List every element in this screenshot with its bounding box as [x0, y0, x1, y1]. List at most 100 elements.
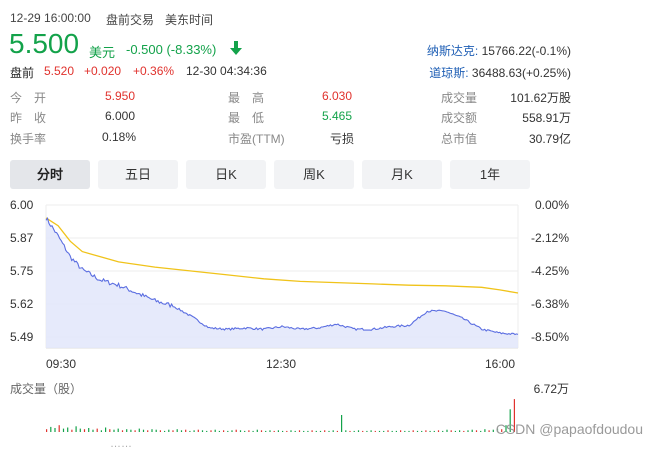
volume-bar [189, 430, 191, 432]
volume-bar [67, 427, 69, 432]
volume-bar [383, 430, 385, 432]
y-tick-right: -4.25% [530, 264, 569, 278]
volume-bar [117, 428, 119, 432]
volume-bar [463, 430, 465, 432]
volume-bar [218, 430, 220, 432]
x-tick: 16:00 [485, 357, 516, 371]
volume-bar [168, 429, 170, 432]
volume-bar [134, 430, 136, 432]
y-tick-left: 5.49 [10, 330, 34, 344]
volume-bar [235, 429, 237, 432]
volume-section-label: 成交量（股） [10, 382, 83, 396]
volume-bar [387, 430, 389, 432]
volume-bar [442, 430, 444, 432]
volume-bar [391, 430, 393, 432]
y-tick-left: 6.00 [10, 198, 34, 212]
volume-bar [206, 430, 208, 432]
y-tick-left: 5.75 [10, 264, 34, 278]
volume-bar [395, 430, 397, 432]
volume-bar [138, 428, 140, 432]
volume-bar [50, 426, 52, 432]
volume-bar [450, 430, 452, 432]
volume-bar [290, 430, 292, 432]
volume-bar [378, 430, 381, 432]
volume-bar [362, 430, 364, 432]
volume-bar [100, 430, 102, 432]
volume-bar [244, 430, 246, 432]
volume-bar [315, 430, 317, 432]
volume-bar [92, 429, 94, 432]
volume-bar [151, 429, 153, 432]
volume-bar [223, 430, 225, 432]
y-tick-left: 5.62 [10, 297, 34, 311]
volume-bar [252, 430, 254, 432]
volume-bar [488, 430, 490, 432]
volume-bar [130, 429, 132, 432]
volume-bar [172, 430, 174, 432]
volume-bar [79, 428, 81, 432]
volume-bar [201, 430, 204, 432]
volume-max-label: 6.72万 [533, 382, 569, 396]
volume-bar [159, 430, 161, 432]
volume-bar [121, 430, 124, 432]
volume-bar [412, 430, 414, 432]
volume-bar [282, 430, 284, 432]
volume-bar [180, 430, 183, 432]
volume-bar [105, 427, 107, 432]
volume-bar [109, 429, 111, 432]
volume-bar [303, 430, 305, 432]
volume-bar [260, 430, 263, 432]
volume-bar [336, 430, 338, 432]
volume-bar [429, 430, 431, 432]
volume-bar [353, 430, 355, 432]
volume-bar [193, 430, 195, 432]
volume-bar [265, 430, 267, 432]
volume-bar [75, 426, 77, 432]
volume-bar [374, 430, 376, 432]
volume-bar [239, 430, 242, 432]
volume-bar [298, 430, 301, 432]
volume-bar [366, 430, 368, 432]
volume-bars [46, 399, 515, 432]
y-tick-right: -6.38% [530, 297, 569, 311]
volume-bar [484, 429, 486, 432]
volume-bar [324, 430, 326, 432]
volume-bar [454, 430, 456, 432]
volume-bar [425, 430, 427, 432]
y-tick-right: -2.12% [530, 231, 569, 245]
volume-bar [197, 429, 199, 432]
volume-bar [328, 430, 330, 432]
volume-bar [319, 430, 322, 432]
y-tick-right: -8.50% [530, 330, 569, 344]
volume-bar [416, 430, 419, 432]
volume-bar [54, 428, 56, 432]
volume-bar [164, 430, 166, 432]
volume-bar [277, 430, 279, 432]
volume-bar [176, 429, 178, 432]
volume-bar [437, 430, 440, 432]
volume-bar [96, 428, 98, 432]
volume-bar [185, 429, 187, 432]
volume-bar [214, 429, 216, 432]
volume-bar [210, 430, 212, 432]
volume-bar [62, 428, 65, 432]
volume-bar [227, 430, 229, 432]
volume-bar [311, 430, 313, 432]
volume-bar [349, 430, 351, 432]
volume-bar [400, 430, 402, 432]
volume-bar [446, 429, 448, 432]
watermark: CSDN @papaofdoudou [495, 421, 643, 437]
volume-bar [332, 430, 334, 432]
volume-bar [492, 429, 494, 432]
volume-bar [467, 430, 469, 432]
volume-bar [46, 429, 48, 432]
volume-bar [307, 430, 309, 432]
volume-bar [248, 430, 250, 432]
volume-bar [147, 430, 149, 432]
volume-bar [113, 429, 115, 432]
volume-bar [345, 430, 347, 432]
volume-bar [370, 430, 372, 432]
volume-bar [83, 429, 86, 432]
volume-bar [88, 428, 90, 432]
volume-bar [433, 430, 435, 432]
